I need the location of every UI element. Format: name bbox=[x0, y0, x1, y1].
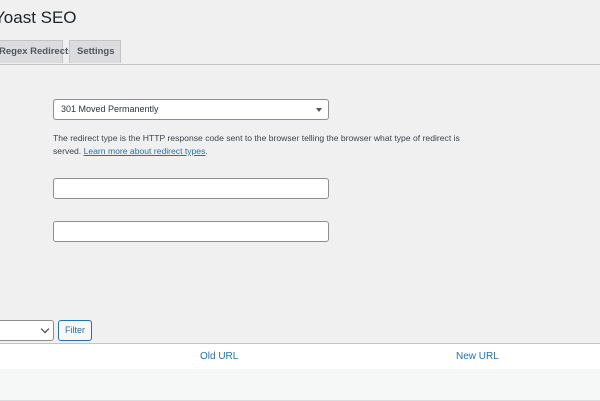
filter-select[interactable] bbox=[0, 320, 54, 341]
tab-regex-redirects[interactable]: Regex Redirects bbox=[0, 40, 73, 63]
column-new-url[interactable]: New URL bbox=[456, 344, 499, 369]
tab-settings[interactable]: Settings bbox=[69, 40, 121, 63]
table-header: Old URL New URL bbox=[0, 343, 600, 370]
column-old-url[interactable]: Old URL bbox=[200, 344, 238, 369]
chevron-down-icon bbox=[40, 324, 50, 334]
redirect-type-select[interactable]: 301 Moved Permanently bbox=[53, 99, 329, 120]
redirect-type-help: The redirect type is the HTTP response c… bbox=[53, 132, 463, 158]
tab-bar: Regex Redirects Settings bbox=[0, 40, 600, 65]
caret-down-icon bbox=[316, 108, 322, 112]
new-url-input[interactable] bbox=[53, 221, 329, 242]
learn-more-link[interactable]: Learn more about redirect types bbox=[84, 146, 206, 156]
redirect-type-value: 301 Moved Permanently bbox=[61, 104, 159, 114]
filter-button[interactable]: Filter bbox=[58, 320, 92, 341]
page-title: Yoast SEO bbox=[0, 8, 77, 27]
old-url-input[interactable] bbox=[53, 178, 329, 199]
table-row bbox=[0, 369, 600, 401]
help-suffix: . bbox=[205, 146, 208, 156]
